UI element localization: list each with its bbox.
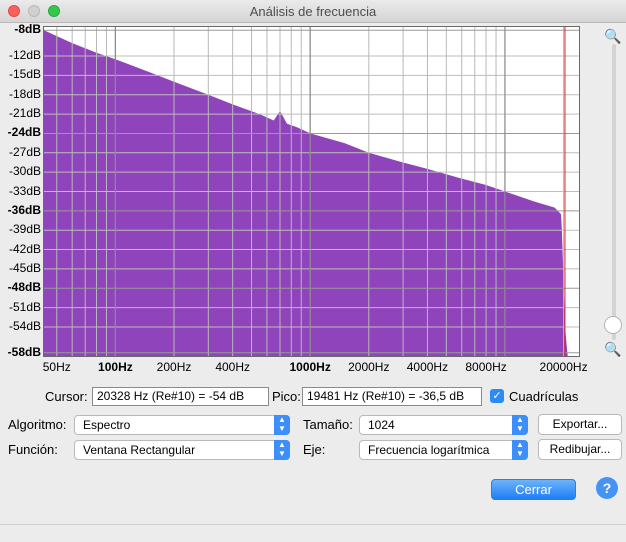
- y-tick-label: -45dB: [8, 260, 41, 275]
- spectrum-plot[interactable]: [43, 26, 580, 357]
- y-tick-label: -18dB: [8, 86, 41, 101]
- x-tick-label: 4000Hz: [406, 360, 449, 374]
- help-button[interactable]: ?: [596, 477, 618, 499]
- function-label: Función:: [8, 442, 58, 457]
- x-tick-label: 8000Hz: [465, 360, 507, 374]
- size-value: 1024: [368, 418, 395, 432]
- spectrum-chart[interactable]: [44, 27, 579, 356]
- algorithm-value: Espectro: [83, 418, 131, 432]
- x-tick-label: 20000Hz: [539, 360, 588, 374]
- close-button[interactable]: Cerrar: [491, 479, 576, 500]
- y-tick-label: -33dB: [8, 183, 41, 198]
- export-button[interactable]: Exportar...: [538, 414, 622, 435]
- x-tick-label: 1000Hz: [289, 360, 331, 374]
- algorithm-select[interactable]: Espectro ▲ ▼: [74, 415, 290, 435]
- function-select[interactable]: Ventana Rectangular ▲ ▼: [74, 440, 290, 460]
- axis-value: Frecuencia logarítmica: [368, 443, 490, 457]
- algorithm-label: Algoritmo:: [8, 417, 67, 432]
- select-arrows-icon: ▲ ▼: [512, 415, 528, 435]
- y-tick-label: -36dB: [7, 202, 41, 217]
- y-tick-label: -21dB: [8, 106, 41, 121]
- y-tick-label: -51dB: [8, 299, 41, 314]
- redraw-button[interactable]: Redibujar...: [538, 439, 622, 460]
- grid-checkbox-label[interactable]: Cuadrículas: [509, 389, 578, 404]
- y-tick-label: -8dB: [14, 22, 41, 37]
- peak-label: Pico:: [272, 389, 301, 404]
- y-tick-label: -39dB: [8, 222, 41, 237]
- size-label: Tamaño:: [303, 417, 353, 432]
- zoom-slider-track[interactable]: [612, 44, 616, 340]
- cursor-value-field[interactable]: 20328 Hz (Re#10) = -54 dB: [92, 387, 269, 406]
- select-arrows-icon: ▲ ▼: [274, 440, 290, 460]
- grid-checkbox[interactable]: ✓: [490, 389, 504, 403]
- title-bar: Análisis de frecuencia: [0, 0, 626, 23]
- y-tick-label: -54dB: [8, 318, 41, 333]
- zoom-in-icon[interactable]: 🔍: [604, 27, 622, 45]
- cursor-label: Cursor:: [45, 389, 88, 404]
- x-tick-label: 50Hz: [42, 360, 71, 374]
- y-tick-label: -15dB: [8, 67, 41, 82]
- checkmark-icon: ✓: [492, 390, 502, 402]
- window-title: Análisis de frecuencia: [249, 4, 377, 19]
- y-tick-label: -27dB: [8, 144, 41, 159]
- y-tick-label: -24dB: [7, 125, 41, 140]
- y-tick-label: -58dB: [7, 344, 41, 359]
- bottom-divider: [0, 524, 626, 525]
- size-select[interactable]: 1024 ▲ ▼: [359, 415, 528, 435]
- x-tick-label: 2000Hz: [348, 360, 390, 374]
- axis-select[interactable]: Frecuencia logarítmica ▲ ▼: [359, 440, 528, 460]
- select-arrows-icon: ▲ ▼: [512, 440, 528, 460]
- y-tick-label: -48dB: [7, 280, 41, 295]
- axis-label: Eje:: [303, 442, 326, 457]
- zoom-slider-thumb[interactable]: [604, 316, 622, 334]
- y-tick-label: -12dB: [8, 48, 41, 63]
- select-arrows-icon: ▲ ▼: [274, 415, 290, 435]
- y-tick-label: -42dB: [8, 241, 41, 256]
- zoom-out-icon[interactable]: 🔍: [604, 340, 622, 358]
- x-tick-label: 200Hz: [156, 360, 192, 374]
- x-tick-label: 100Hz: [98, 360, 133, 374]
- function-value: Ventana Rectangular: [83, 443, 196, 457]
- y-tick-label: -30dB: [8, 164, 41, 179]
- x-tick-label: 400Hz: [215, 360, 250, 374]
- peak-value-field[interactable]: 19481 Hz (Re#10) = -36,5 dB: [302, 387, 482, 406]
